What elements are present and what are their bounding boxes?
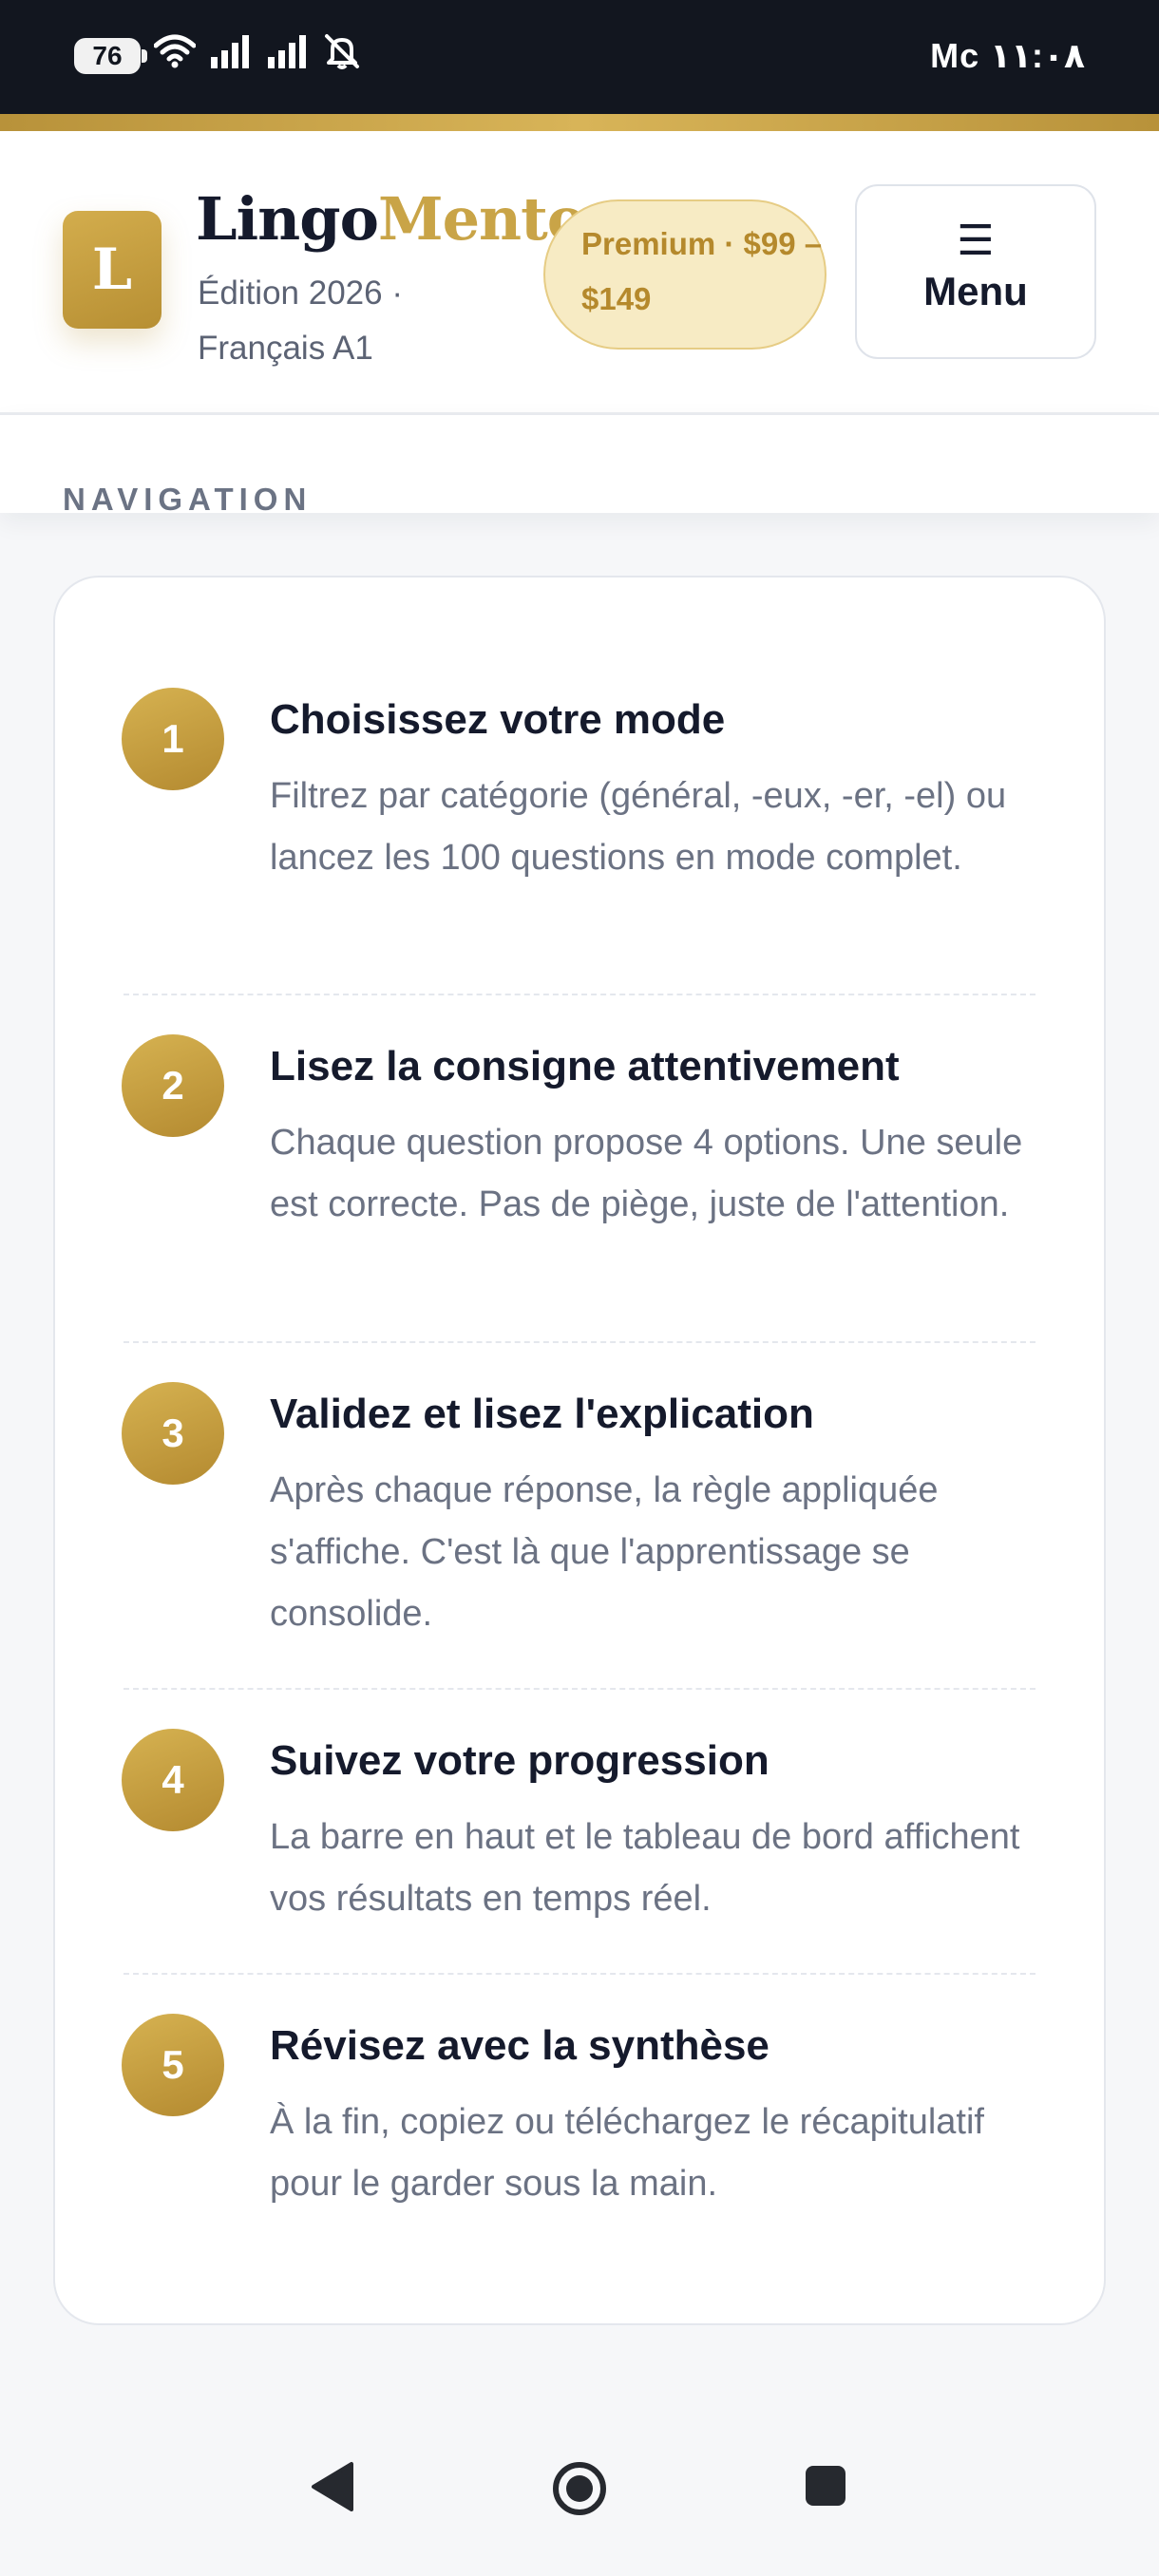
step-number-badge: 2 [122, 1034, 224, 1137]
step-divider [124, 1341, 1036, 1343]
step-divider [124, 1973, 1036, 1975]
bell-off-icon [323, 32, 361, 70]
accent-strip [0, 114, 1159, 131]
step-description: Chaque question propose 4 options. Une s… [270, 1123, 1023, 1224]
brand-name[interactable]: LingoMento [196, 184, 586, 254]
hamburger-icon: ☰ [957, 218, 995, 264]
app-header: L LingoMento Édition 2026 · Français A1 … [0, 131, 1159, 412]
premium-badge[interactable]: Premium · $99 – $149 [543, 199, 826, 350]
home-icon[interactable] [551, 2460, 608, 2522]
navigation-heading: NAVIGATION [63, 482, 313, 517]
step-divider [124, 994, 1036, 995]
step-divider [124, 1688, 1036, 1690]
status-icons [154, 32, 361, 70]
logo[interactable]: L [63, 211, 162, 329]
step-title: Lisez la consigne attentivement [270, 1043, 900, 1089]
step-title: Validez et lisez l'explication [270, 1391, 814, 1437]
status-bar: 76 Mc ١١:٠٨ [0, 0, 1159, 114]
edition-subtitle: Édition 2026 · Français A1 [198, 275, 403, 367]
brand-part-1: Lingo [196, 184, 379, 254]
step-title: Suivez votre progression [270, 1737, 770, 1784]
steps-card: 1 Choisissez votre mode Filtrez par caté… [53, 576, 1106, 2325]
step-description: La barre en haut et le tableau de bord a… [270, 1817, 1020, 1919]
step-number-badge: 4 [122, 1729, 224, 1831]
recents-icon[interactable] [804, 2464, 847, 2512]
wifi-icon [154, 34, 196, 68]
step-number-badge: 1 [122, 688, 224, 790]
step-description: Filtrez par catégorie (général, -eux, -e… [270, 776, 1007, 878]
battery-indicator: 76 [74, 38, 147, 74]
status-clock: Mc ١١:٠٨ [930, 36, 1085, 75]
step-title: Révisez avec la synthèse [270, 2022, 770, 2069]
step-description: Après chaque réponse, la règle appliquée… [270, 1470, 939, 1634]
signal-icon [209, 34, 253, 68]
step-title: Choisissez votre mode [270, 696, 726, 743]
menu-label: Menu [923, 269, 1028, 313]
signal-icon [266, 34, 310, 68]
step-description: À la fin, copiez ou téléchargez le récap… [270, 2102, 984, 2204]
back-icon[interactable] [310, 2460, 355, 2518]
menu-button[interactable]: ☰ Menu [855, 184, 1096, 359]
system-navigation-bar [0, 2460, 1159, 2555]
step-number-badge: 5 [122, 2014, 224, 2116]
navigation-section: NAVIGATION [0, 412, 1159, 517]
step-number-badge: 3 [122, 1382, 224, 1485]
